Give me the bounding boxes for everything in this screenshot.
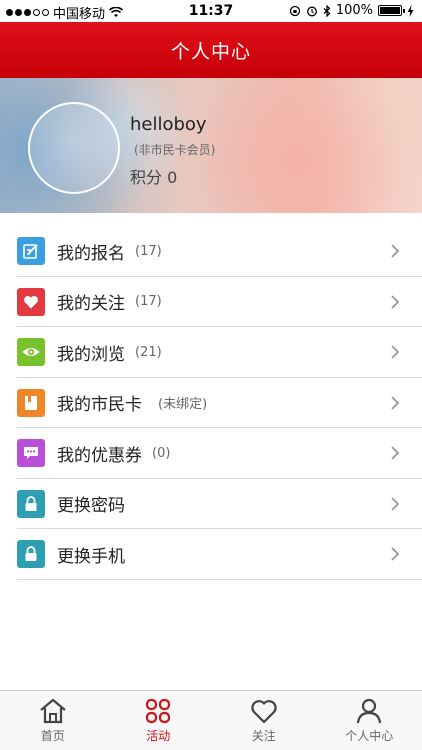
tab-home[interactable]: 首页 [0,691,106,750]
battery-icon [378,5,405,16]
chevron-right-icon [391,395,400,410]
menu-item-change-password[interactable]: 更换密码 [0,479,422,530]
heart-outline-icon [251,700,277,724]
menu-item-label: 我的关注 [57,294,125,315]
status-bar: 中国移动 11:37 100% [0,0,422,22]
menu-item-label: 更换密码 [57,496,125,517]
menu-item-count: (17) [135,294,162,310]
lock-icon [17,489,45,518]
menu-item-label: 我的市民卡 [57,395,142,416]
menu-item-registrations[interactable]: 我的报名 (17) [0,226,422,277]
tab-label: 关注 [251,729,276,743]
menu-item-coupons[interactable]: 我的优惠券 (0) [0,428,422,479]
chat-icon [17,439,45,468]
grid-icon [146,698,171,724]
chevron-right-icon [391,496,400,511]
menu-item-citizen-card[interactable]: 我的市民卡 (未绑定) [0,378,422,429]
charging-icon [407,4,414,17]
page-title: 个人中心 [170,40,251,63]
heart-icon [17,287,45,316]
menu-item-label: 我的报名 [57,243,125,264]
home-icon [40,698,66,724]
tab-follows[interactable]: 关注 [211,691,317,750]
tab-label: 首页 [40,729,65,743]
person-icon [357,698,382,724]
eye-icon [17,338,45,367]
tab-profile[interactable]: 个人中心 [317,691,422,750]
tab-label: 活动 [146,729,171,743]
menu-list: 我的报名 (17) 我的关注 (17) 我的浏览 (21) 我的市民卡 (未绑定… [0,226,422,580]
app-root: 中国移动 11:37 100% 个人中心 helloboy (非市民卡会员) 积… [0,0,422,750]
bluetooth-icon [323,4,331,17]
tab-activities[interactable]: 活动 [106,691,212,750]
username: helloboy [130,114,207,135]
member-status: (非市民卡会员) [134,143,216,157]
chevron-right-icon [391,294,400,309]
chevron-right-icon [391,244,400,258]
avatar[interactable] [28,102,120,194]
battery-percent: 100% [335,3,373,18]
menu-item-label: 我的优惠券 [57,445,142,466]
menu-item-count: (未绑定) [158,397,208,413]
chevron-right-icon [391,446,400,460]
edit-icon [17,237,45,266]
menu-item-change-phone[interactable]: 更换手机 [0,529,422,580]
menu-item-count: (17) [135,243,162,259]
nav-bar: 个人中心 [0,22,422,78]
card-icon [17,388,45,417]
menu-item-count: (21) [135,344,162,360]
menu-item-count: (0) [152,445,171,461]
tab-bar: 首页 活动 关注 个人中心 [0,690,422,750]
menu-item-follows[interactable]: 我的关注 (17) [0,277,422,328]
menu-item-label: 更换手机 [57,546,125,567]
profile-header[interactable]: helloboy (非市民卡会员) 积分 0 [0,78,422,213]
menu-item-history[interactable]: 我的浏览 (21) [0,327,422,378]
alarm-icon [306,6,317,16]
rotation-lock-icon [289,5,300,16]
points-label: 积分 0 [130,168,178,187]
lock-icon [17,540,45,569]
chevron-right-icon [391,345,400,359]
chevron-right-icon [391,547,400,561]
menu-item-label: 我的浏览 [57,344,125,365]
tab-label: 个人中心 [345,729,394,743]
status-right: 100% [289,3,414,18]
